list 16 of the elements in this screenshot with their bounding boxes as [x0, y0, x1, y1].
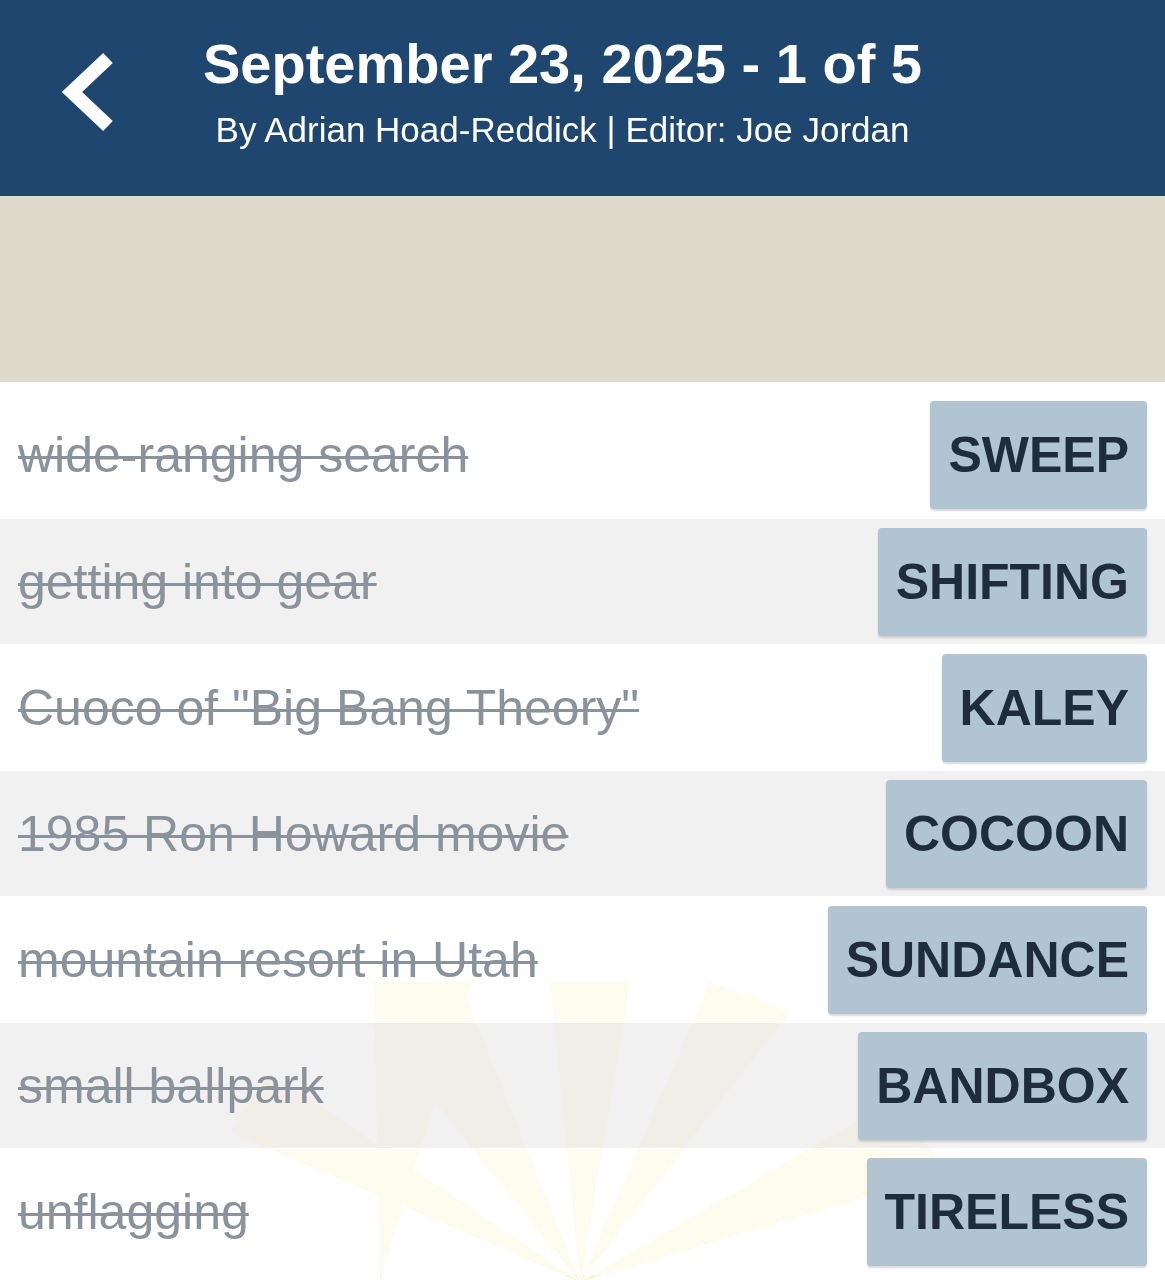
- answer-tile[interactable]: COCOON: [886, 779, 1147, 888]
- clue-text: 1985 Ron Howard movie: [18, 804, 569, 863]
- byline-text: By Adrian Hoad-Reddick | Editor: Joe Jordan: [215, 109, 910, 151]
- clue-text: getting into gear: [18, 552, 377, 611]
- clue-text: small ballpark: [18, 1056, 324, 1115]
- answer-tile[interactable]: BANDBOX: [858, 1031, 1147, 1140]
- answer-tile[interactable]: SUNDANCE: [827, 905, 1147, 1014]
- answer-tile[interactable]: SWEEP: [930, 401, 1147, 509]
- answer-tile[interactable]: KALEY: [941, 653, 1147, 762]
- puzzle-title: September 23, 2025 - 1 of 5: [203, 32, 922, 96]
- answer-tile[interactable]: SHIFTING: [877, 527, 1147, 636]
- clue-text: wide-ranging search: [18, 426, 469, 484]
- clue-text: Cuoco of "Big Bang Theory": [18, 678, 640, 737]
- clue-text: unflagging: [18, 1182, 249, 1241]
- answer-tile[interactable]: TIRELESS: [866, 1157, 1147, 1266]
- clue-text: mountain resort in Utah: [18, 930, 538, 989]
